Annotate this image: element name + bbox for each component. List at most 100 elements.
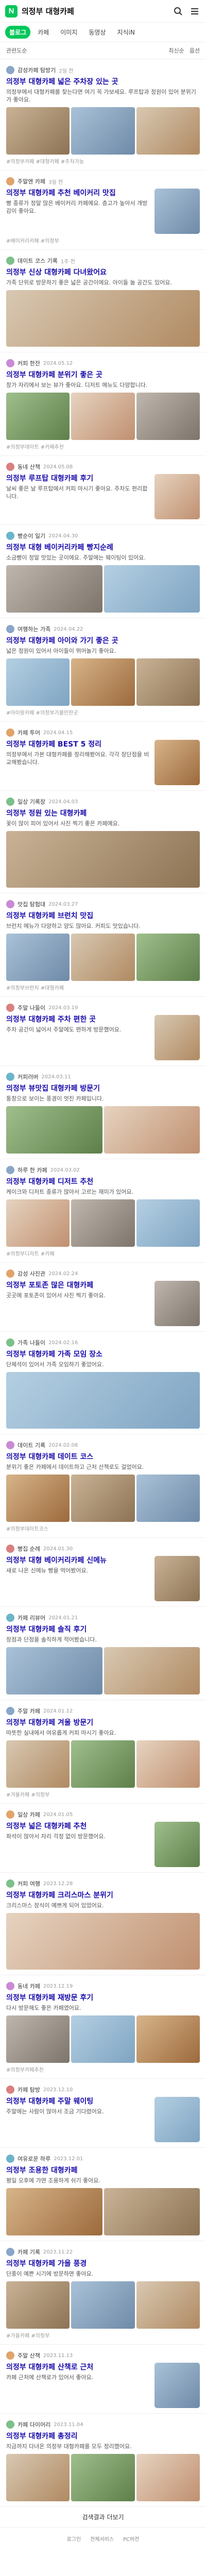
post-snippet[interactable]: 카페 근처에 산책로가 있어서 좋아요. [6, 2374, 150, 2381]
author-name[interactable]: 일상 카페 [18, 1810, 40, 1819]
post-image[interactable] [6, 934, 70, 981]
author-name[interactable]: 여유로운 하루 [18, 2155, 50, 2163]
post-snippet[interactable]: 새로 나온 신메뉴 빵을 먹어봤어요. [6, 1567, 150, 1574]
post-title[interactable]: 의정부 대형카페 데이트 코스 [6, 1452, 200, 1462]
author-avatar[interactable] [6, 1073, 14, 1081]
sort-latest[interactable]: 최신순 [168, 46, 184, 55]
author-name[interactable]: 데이트 기록 [18, 1441, 45, 1449]
post-title[interactable]: 의정부 대형카페 솔직 후기 [6, 1625, 200, 1634]
post-title[interactable]: 의정부 대형카페 가족 모임 장소 [6, 1350, 200, 1359]
post-snippet[interactable]: 따뜻한 실내에서 여유롭게 커피 마시기 좋아요. [6, 1729, 200, 1737]
post-image[interactable] [136, 2281, 200, 2329]
author-name[interactable]: 카페 탐방 [18, 2086, 40, 2094]
author-avatar[interactable] [6, 359, 14, 367]
post-image[interactable] [71, 2015, 135, 2063]
author-avatar[interactable] [6, 1614, 14, 1622]
post-snippet[interactable]: 가족 단위로 방문하기 좋은 넓은 공간이에요. 아이들 놀 공간도 있어요. [6, 279, 200, 286]
author-name[interactable]: 주말엔 카페 [18, 177, 45, 185]
post-image[interactable] [6, 1475, 70, 1522]
author-name[interactable]: 빵집 순례 [18, 1545, 40, 1553]
post-title[interactable]: 의정부 조용한 대형카페 [6, 2166, 200, 2175]
post-snippet[interactable]: 의정부에서 대형카페를 찾는다면 여기 꼭 가보세요. 루프탑과 정원이 있어 … [6, 88, 200, 104]
post-image[interactable] [71, 1475, 135, 1522]
author-name[interactable]: 카페 다이어리 [18, 2420, 50, 2429]
post-image[interactable] [136, 2454, 200, 2501]
post-title[interactable]: 의정부 포토존 많은 대형카페 [6, 1281, 150, 1290]
author-avatar[interactable] [6, 1338, 14, 1347]
post-snippet[interactable]: 빵 종류가 정말 많은 베이커리 카페예요. 층고가 높아서 개방감이 좋아요. [6, 199, 150, 215]
post-title[interactable]: 의정부 정원 있는 대형카페 [6, 809, 200, 818]
author-name[interactable]: 가족 나들이 [18, 1338, 45, 1347]
post-title[interactable]: 의정부 대형카페 가을 풍경 [6, 2259, 200, 2268]
footer-all-services[interactable]: 전체서비스 [90, 2535, 114, 2543]
author-avatar[interactable] [6, 728, 14, 737]
post-image[interactable] [136, 1740, 200, 1788]
search-query[interactable]: 의정부 대형카페 [22, 6, 168, 16]
post-title[interactable]: 의정부 대형카페 주말 웨이팅 [6, 2097, 150, 2106]
post-thumbnail[interactable] [154, 1556, 200, 1601]
author-avatar[interactable] [6, 1545, 14, 1553]
author-avatar[interactable] [6, 1982, 14, 1990]
post-image[interactable] [6, 831, 200, 888]
post-tags[interactable]: #아이랑카페 #의정부가볼만한곳 [6, 708, 200, 716]
post-thumbnail[interactable] [154, 189, 200, 234]
post-snippet[interactable]: 곳곳에 포토존이 있어서 사진 찍기 좋아요. [6, 1292, 150, 1299]
author-name[interactable]: 맛집 탐험대 [18, 900, 45, 908]
post-image[interactable] [71, 107, 135, 155]
post-snippet[interactable]: 주차 공간이 넓어서 주말에도 편하게 방문했어요. [6, 1026, 150, 1033]
post-snippet[interactable]: 평일 오후에 가면 조용하게 쉬기 좋아요. [6, 2177, 200, 2184]
author-avatar[interactable] [6, 257, 14, 265]
post-title[interactable]: 의정부 루프탑 대형카페 후기 [6, 474, 150, 483]
post-title[interactable]: 의정부 대형카페 디저트 추천 [6, 1177, 200, 1187]
author-avatar[interactable] [6, 2086, 14, 2094]
author-name[interactable]: 빵순이 일기 [18, 532, 45, 540]
author-name[interactable]: 주말 산책 [18, 2351, 40, 2360]
post-image[interactable] [6, 1372, 200, 1429]
tab-video[interactable]: 동영상 [84, 26, 110, 39]
post-image[interactable] [6, 2281, 70, 2329]
post-snippet[interactable]: 날씨 좋은 날 루프탑에서 커피 마시기 좋아요. 주차도 편리합니다. [6, 485, 150, 500]
author-name[interactable]: 주말 카페 [18, 1707, 40, 1715]
author-name[interactable]: 커피 한잔 [18, 359, 40, 367]
post-image[interactable] [71, 934, 135, 981]
author-avatar[interactable] [6, 900, 14, 908]
author-name[interactable]: 커피러버 [18, 1073, 38, 1081]
search-icon[interactable] [172, 5, 184, 18]
post-title[interactable]: 의정부 대형카페 브런치 맛집 [6, 911, 200, 921]
filter-options[interactable]: 옵션 [190, 46, 200, 55]
post-snippet[interactable]: 의정부에서 가본 대형카페를 정리해봤어요. 각각 장단점을 비교해봤습니다. [6, 751, 150, 766]
post-title[interactable]: 의정부 대형카페 넓은 주차장 있는 곳 [6, 77, 200, 87]
post-image[interactable] [6, 1913, 200, 1970]
post-title[interactable]: 의정부 대형카페 추천 베이커리 맛집 [6, 189, 150, 198]
post-title[interactable]: 의정부 대형카페 겨울 방문기 [6, 1718, 200, 1727]
post-image[interactable] [6, 1647, 102, 1694]
author-name[interactable]: 커피 여행 [18, 1879, 40, 1888]
post-image[interactable] [136, 107, 200, 155]
post-snippet[interactable]: 단체석이 있어서 가족 모임하기 좋았어요. [6, 1361, 200, 1368]
author-avatar[interactable] [6, 625, 14, 633]
post-image[interactable] [6, 2188, 102, 2235]
menu-icon[interactable] [188, 5, 201, 18]
author-name[interactable]: 카페 리뷰어 [18, 1614, 45, 1622]
tab-blog[interactable]: 블로그 [5, 26, 31, 39]
tab-image[interactable]: 이미지 [56, 26, 81, 39]
post-image[interactable] [6, 2015, 70, 2063]
post-snippet[interactable]: 장점과 단점을 솔직하게 적어봤습니다. [6, 1636, 200, 1643]
post-snippet[interactable]: 좌석이 많아서 자리 걱정 없이 방문했어요. [6, 1833, 150, 1840]
post-image[interactable] [6, 393, 70, 440]
post-image[interactable] [6, 1106, 102, 1154]
post-image[interactable] [104, 2188, 200, 2235]
author-avatar[interactable] [6, 463, 14, 471]
author-avatar[interactable] [6, 2351, 14, 2360]
post-image[interactable] [136, 1199, 200, 1247]
author-name[interactable]: 주말 나들이 [18, 1004, 45, 1012]
post-snippet[interactable]: 단풍이 예쁜 시기에 방문하면 좋아요. [6, 2270, 200, 2278]
post-title[interactable]: 의정부 넓은 대형카페 추천 [6, 1822, 150, 1831]
post-tags[interactable]: #의정부디저트 #카페 [6, 1249, 200, 1257]
author-avatar[interactable] [6, 1879, 14, 1888]
author-avatar[interactable] [6, 1707, 14, 1715]
post-title[interactable]: 의정부 대형카페 재방문 후기 [6, 1993, 200, 2003]
post-image[interactable] [71, 1199, 135, 1247]
post-snippet[interactable]: 크리스마스 장식이 예쁘게 되어 있었어요. [6, 1902, 200, 1909]
post-title[interactable]: 의정부 대형카페 산책로 근처 [6, 2363, 150, 2372]
